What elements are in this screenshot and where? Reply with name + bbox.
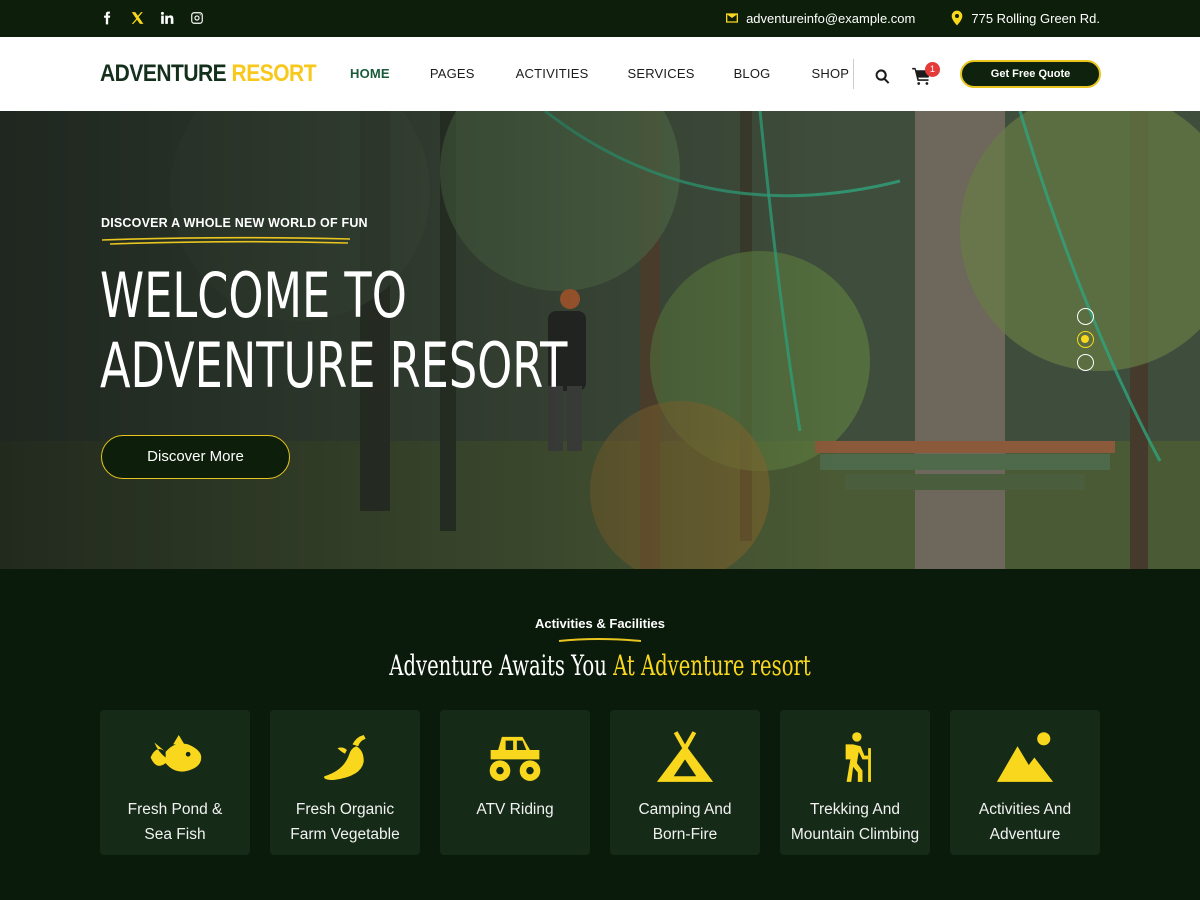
instagram-icon[interactable] [190, 9, 204, 27]
slider-dots [1077, 308, 1094, 371]
slider-dot-3[interactable] [1077, 354, 1094, 371]
activity-cards: Fresh Pond & Sea Fish Fresh Organic Farm… [100, 710, 1100, 855]
nav-shop[interactable]: SHOP [812, 66, 850, 81]
cart-count-badge: 1 [925, 62, 940, 77]
main-nav: HOME PAGES ACTIVITIES SERVICES BLOG SHOP [350, 66, 849, 81]
logo-word-resort: RESORT [231, 60, 317, 87]
top-bar: adventureinfo@example.com 775 Rolling Gr… [0, 0, 1200, 37]
section-title-plain: Adventure Awaits You [389, 649, 607, 682]
activity-label-line2: Born-Fire [652, 826, 718, 843]
hero-title-line2: Adventure Resort [100, 329, 568, 402]
fish-icon [150, 735, 202, 772]
social-links [100, 9, 204, 27]
hero-eyebrow: DISCOVER A WHOLE NEW WORLD OF FUN [101, 216, 368, 230]
site-logo[interactable]: ADVENTURE RESORT [100, 60, 317, 88]
nav-divider [853, 59, 854, 89]
nav-home[interactable]: HOME [350, 66, 390, 81]
activity-label-line2: Mountain Climbing [790, 826, 920, 843]
activity-label-line1: Activities And [978, 801, 1072, 818]
nav-activities[interactable]: ACTIVITIES [516, 66, 589, 81]
vegetable-icon [324, 735, 366, 780]
get-free-quote-button[interactable]: Get Free Quote [960, 60, 1101, 88]
activity-card-vegetable[interactable]: Fresh Organic Farm Vegetable [270, 710, 420, 855]
email-text: adventureinfo@example.com [746, 10, 916, 26]
logo-word-adventure: ADVENTURE [100, 60, 227, 87]
activity-card-adventure[interactable]: Activities And Adventure [950, 710, 1100, 855]
linkedin-icon[interactable] [160, 9, 174, 27]
address-text: 775 Rolling Green Rd. [971, 10, 1100, 26]
activity-label-line2: Sea Fish [144, 826, 206, 843]
nav-services[interactable]: SERVICES [627, 66, 694, 81]
activity-card-fish[interactable]: Fresh Pond & Sea Fish [100, 710, 250, 855]
section-title: Adventure Awaits You At Adventure resort [0, 649, 1200, 682]
tent-icon [656, 731, 714, 782]
nav-pages[interactable]: PAGES [430, 66, 475, 81]
x-twitter-icon[interactable] [130, 9, 144, 27]
activity-card-atv[interactable]: ATV Riding [440, 710, 590, 855]
section-title-highlight: At Adventure resort [613, 649, 811, 682]
main-header: ADVENTURE RESORT HOME PAGES ACTIVITIES S… [0, 37, 1200, 111]
contact-info: adventureinfo@example.com 775 Rolling Gr… [724, 10, 1100, 26]
nav-blog[interactable]: BLOG [734, 66, 771, 81]
activity-label-line1: ATV Riding [476, 801, 554, 818]
activities-section: Activities & Facilities Adventure Awaits… [0, 569, 1200, 900]
hero-slider: DISCOVER A WHOLE NEW WORLD OF FUN Welcom… [0, 111, 1200, 569]
activity-label-line1: Camping And [638, 801, 732, 818]
activity-card-camping[interactable]: Camping And Born-Fire [610, 710, 760, 855]
activity-label-line1: Fresh Pond & [127, 801, 223, 818]
activity-label-line1: Fresh Organic [295, 801, 395, 818]
eyebrow-underline [101, 236, 351, 245]
discover-more-button[interactable]: Discover More [101, 435, 290, 479]
facebook-icon[interactable] [100, 9, 114, 27]
hiker-icon [845, 732, 871, 782]
location-pin-icon [952, 10, 963, 26]
mail-icon [726, 13, 739, 23]
activity-label-line1: Trekking And [810, 801, 900, 818]
section-label-underline [558, 638, 642, 642]
activity-label-line2: Farm Vegetable [290, 826, 400, 843]
atv-icon [489, 736, 541, 781]
slider-dot-2[interactable] [1077, 331, 1094, 348]
activity-card-trekking[interactable]: Trekking And Mountain Climbing [780, 710, 930, 855]
activity-label-line2: Adventure [989, 826, 1061, 843]
search-icon[interactable] [874, 68, 891, 85]
hero-title-line1: Welcome to [100, 259, 407, 332]
email-contact[interactable]: adventureinfo@example.com [724, 10, 915, 26]
address-contact: 775 Rolling Green Rd. [949, 10, 1100, 26]
section-label: Activities & Facilities [534, 616, 666, 631]
hero-title: Welcome to Adventure Resort [100, 261, 567, 401]
slider-dot-1[interactable] [1077, 308, 1094, 325]
mountain-icon [996, 732, 1054, 782]
